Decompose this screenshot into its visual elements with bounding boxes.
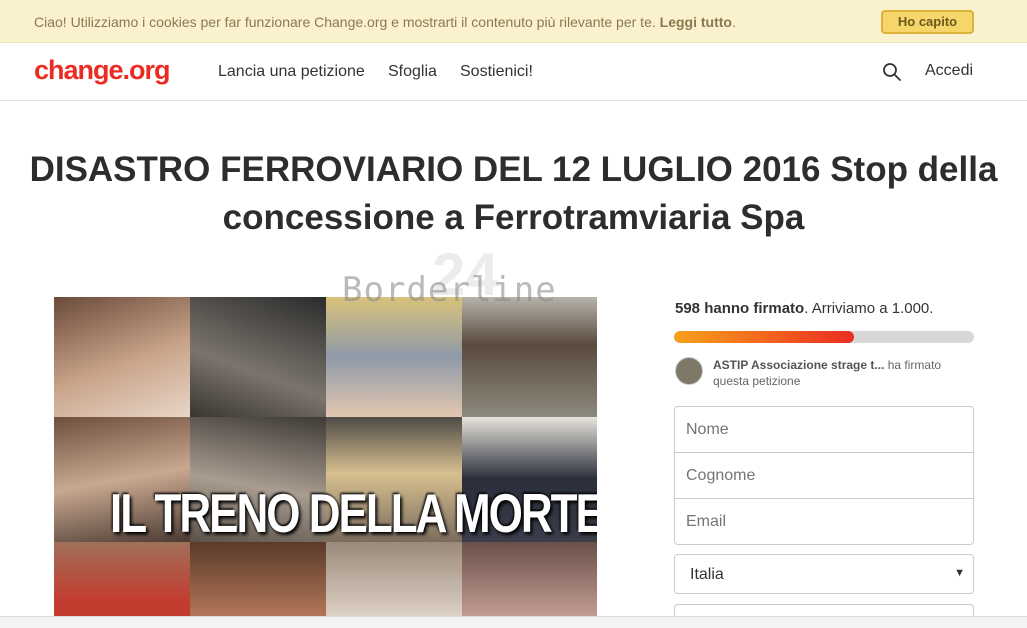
- nav-browse[interactable]: Sfoglia: [388, 63, 437, 81]
- cookie-read-more-link[interactable]: Leggi tutto: [660, 14, 732, 30]
- watermark-text: Borderline: [342, 270, 557, 310]
- last-name-input[interactable]: [674, 452, 974, 499]
- recent-signer: ASTIP Associazione strage t... ha firmat…: [713, 357, 975, 389]
- cookie-banner: Ciao! Utilizziamo i cookies per far funz…: [0, 0, 1027, 43]
- nav-support[interactable]: Sostienici!: [460, 63, 533, 81]
- signature-progress-bar: [674, 331, 974, 343]
- country-select-value: Italia: [690, 566, 724, 583]
- nav-start-petition[interactable]: Lancia una petizione: [218, 63, 365, 81]
- email-input[interactable]: [674, 498, 974, 545]
- change-org-logo[interactable]: change.org: [34, 55, 171, 86]
- progress-fill: [674, 331, 854, 343]
- country-select[interactable]: Italia ▼: [674, 554, 974, 594]
- signature-goal: . Arriviamo a 1.000.: [804, 300, 934, 317]
- avatar[interactable]: [675, 357, 703, 385]
- signature-count: 598 hanno firmato. Arriviamo a 1.000.: [675, 300, 933, 317]
- image-caption: IL TRENO DELLA MORTE: [110, 483, 597, 545]
- cookie-message: Ciao! Utilizziamo i cookies per far funz…: [34, 14, 736, 30]
- browser-bottom-bar: [0, 616, 1027, 628]
- petition-title: DISASTRO FERROVIARIO DEL 12 LUGLIO 2016 …: [29, 150, 998, 237]
- signature-count-number: 598 hanno firmato: [675, 300, 805, 317]
- search-icon[interactable]: [882, 62, 902, 82]
- cookie-accept-button[interactable]: Ho capito: [881, 10, 974, 34]
- recent-signer-name[interactable]: ASTIP Associazione strage t...: [713, 358, 884, 372]
- first-name-input[interactable]: [674, 406, 974, 453]
- cookie-message-text: Ciao! Utilizziamo i cookies per far funz…: [34, 14, 656, 30]
- petition-image: IL TRENO DELLA MORTE: [54, 297, 597, 628]
- cookie-suffix: .: [731, 14, 736, 30]
- login-link[interactable]: Accedi: [925, 62, 973, 80]
- site-header: change.org Lancia una petizione Sfoglia …: [0, 43, 1027, 101]
- chevron-down-icon: ▼: [954, 567, 965, 579]
